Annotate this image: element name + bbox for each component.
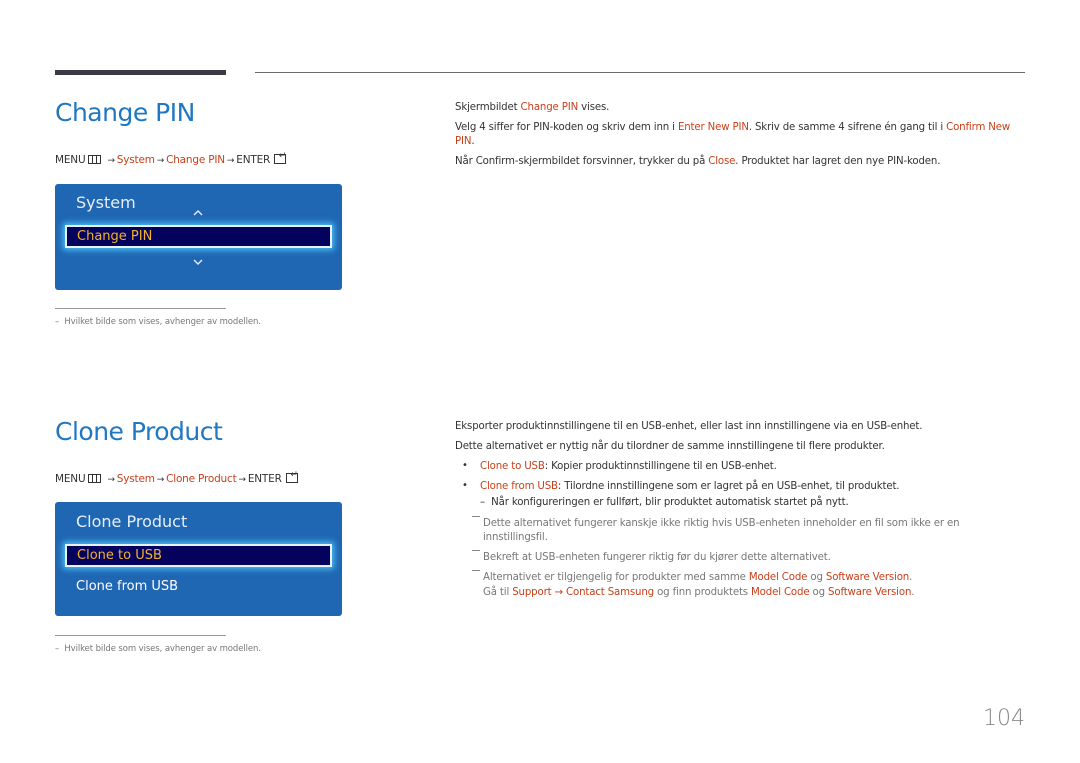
- header-rule-thin: [255, 72, 1025, 73]
- clone-desc-1: Eksporter produktinnstillingene til en U…: [455, 421, 923, 432]
- arrow-icon: →: [156, 475, 165, 485]
- arrow-icon: →: [226, 156, 235, 166]
- footnote: – Hvilket bilde som vises, avhenger av m…: [55, 317, 261, 327]
- clone-bullet-2: Clone from USB: Tilordne innstillingene …: [480, 481, 900, 492]
- change-pin-desc-1: Skjermbildet Change PIN vises.: [455, 102, 610, 113]
- arrow-icon: →: [107, 475, 115, 485]
- osd-item-clone-from-usb[interactable]: Clone from USB: [76, 579, 178, 594]
- osd-item-change-pin[interactable]: Change PIN: [65, 225, 332, 248]
- page-number: 104: [983, 706, 1025, 731]
- osd-title: System: [76, 193, 136, 212]
- section-title-change-pin: Change PIN: [55, 98, 195, 127]
- note-1: Dette alternativet fungerer kanskje ikke…: [472, 516, 960, 545]
- path-item: Clone Product: [166, 473, 237, 485]
- enter-label: ENTER: [247, 473, 282, 485]
- note-icon: [472, 516, 480, 517]
- menu-label: MENU: [55, 473, 86, 485]
- chevron-up-icon[interactable]: [193, 208, 203, 218]
- note-icon: [472, 550, 480, 551]
- clone-bullet-2-sub: – Når konfigureringen er fullført, blir …: [480, 497, 849, 508]
- bullet-icon: •: [462, 460, 468, 471]
- menu-path-clone-product: MENU → System → Clone Product → ENTER: [55, 470, 298, 485]
- footnote-rule: [55, 308, 226, 309]
- clone-desc-2: Dette alternativet er nyttig når du tilo…: [455, 441, 885, 452]
- section-title-clone-product: Clone Product: [55, 417, 223, 446]
- path-item: Change PIN: [166, 154, 225, 166]
- bullet-icon: •: [462, 480, 468, 491]
- arrow-icon: →: [156, 156, 165, 166]
- enter-icon: [274, 151, 287, 164]
- footnote: – Hvilket bilde som vises, avhenger av m…: [55, 644, 261, 654]
- header-rule-thick: [55, 70, 226, 75]
- arrow-icon: →: [238, 475, 247, 485]
- path-system: System: [116, 473, 155, 485]
- menu-label: MENU: [55, 154, 86, 166]
- note-icon: [472, 570, 480, 571]
- menu-path-change-pin: MENU → System → Change PIN → ENTER: [55, 151, 287, 166]
- chevron-down-icon[interactable]: [193, 257, 203, 267]
- change-pin-desc-2: Velg 4 siffer for PIN-koden og skriv dem…: [455, 122, 1011, 147]
- note-3: Alternativet er tilgjengelig for produkt…: [472, 570, 912, 585]
- note-3-cont: Gå til Support → Contact Samsung og finn…: [483, 587, 915, 598]
- footnote-rule: [55, 635, 226, 636]
- clone-bullet-1: Clone to USB: Kopier produktinnstillinge…: [480, 461, 777, 472]
- enter-label: ENTER: [236, 154, 271, 166]
- arrow-icon: →: [107, 156, 115, 166]
- menu-icon: [88, 474, 102, 483]
- change-pin-desc-3: Når Confirm-skjermbildet forsvinner, try…: [455, 156, 941, 167]
- osd-title: Clone Product: [76, 512, 188, 531]
- osd-item-clone-to-usb[interactable]: Clone to USB: [65, 544, 332, 567]
- enter-icon: [285, 470, 298, 483]
- osd-menu-clone-product: Clone Product Clone to USB Clone from US…: [55, 502, 342, 616]
- osd-menu-system: System Change PIN: [55, 184, 342, 290]
- path-system: System: [116, 154, 155, 166]
- note-2: Bekreft at USB-enheten fungerer riktig f…: [472, 550, 831, 565]
- menu-icon: [88, 155, 102, 164]
